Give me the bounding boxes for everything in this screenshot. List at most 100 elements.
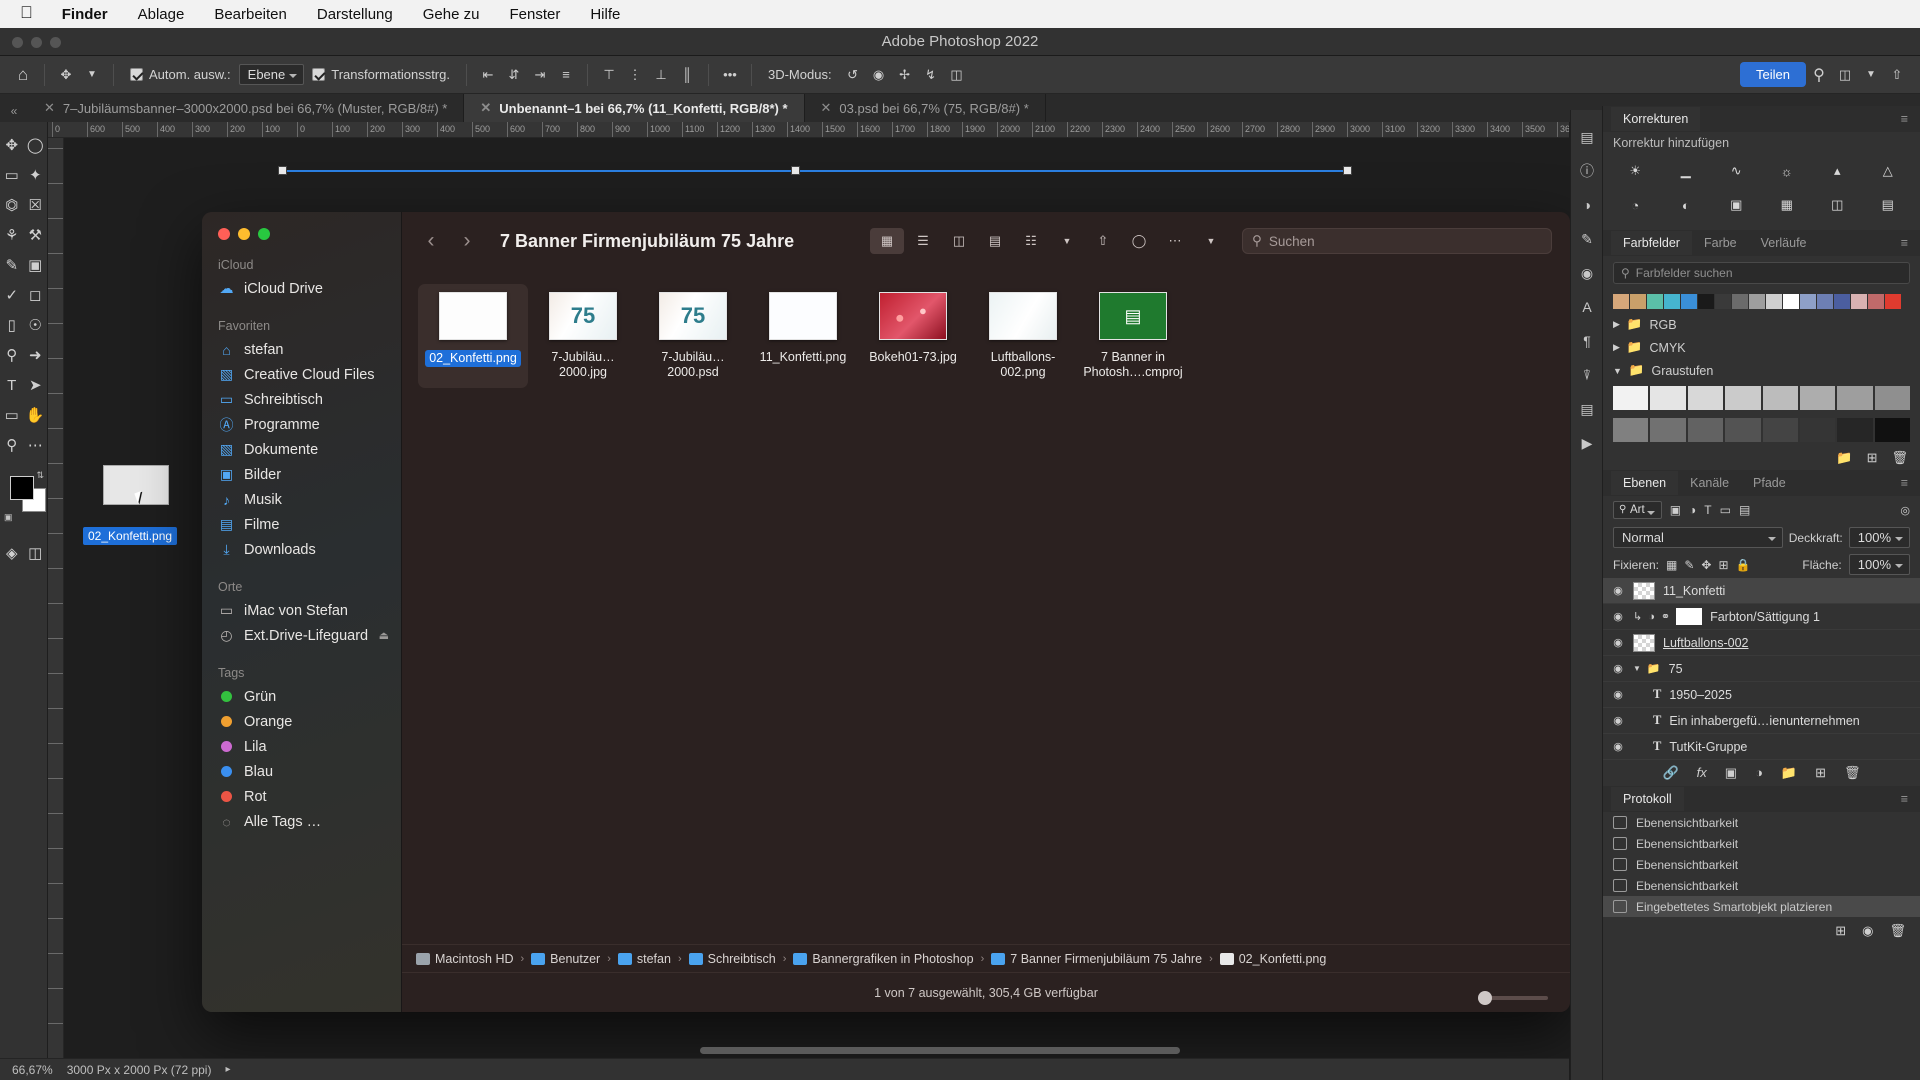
new-group-icon[interactable]: 📁 (1781, 765, 1797, 781)
breadcrumb-item[interactable]: stefan (617, 952, 671, 966)
icon-view-icon[interactable]: ▦ (870, 228, 904, 254)
color-swatch[interactable] (1834, 294, 1850, 309)
breadcrumb-item[interactable]: Bannergrafiken in Photoshop (793, 952, 974, 966)
align-right-icon[interactable]: ⇥ (527, 62, 553, 88)
transform-controls-checkbox[interactable] (312, 68, 326, 81)
layer-visibility-icon[interactable]: ◉ (1611, 740, 1625, 753)
color-swatch[interactable] (1613, 294, 1629, 309)
layer-row[interactable]: ◉ T TutKit-Gruppe (1603, 734, 1920, 760)
document-tab-0[interactable]: ✕ 7–Jubiläumsbanner–3000x2000.psd bei 66… (28, 94, 465, 122)
lock-nesting-icon[interactable]: ⊞ (1718, 558, 1728, 572)
panel-menu-icon[interactable]: ≡ (1889, 471, 1920, 495)
panel-menu-icon[interactable]: ≡ (1889, 107, 1920, 131)
adjustments-icon[interactable]: ◑ (1571, 188, 1603, 222)
swap-colors-icon[interactable]: ⇅ (36, 470, 44, 481)
swatch-group-cmyk[interactable]: ▶ 📁 CMYK (1603, 336, 1920, 359)
share-button[interactable]: Teilen (1740, 62, 1806, 87)
color-swatch[interactable] (1783, 294, 1799, 309)
historybrush-tool-icon[interactable]: ✓ (0, 280, 24, 310)
new-adjustment-icon[interactable]: ◑ (1755, 765, 1763, 781)
grayscale-swatch[interactable] (1762, 418, 1798, 442)
pathselection-tool-icon[interactable]: ➤ (24, 370, 48, 400)
timeline-icon[interactable]: ▶ (1571, 426, 1603, 460)
color-swatch[interactable] (1766, 294, 1782, 309)
history-row[interactable]: Ebenensichtbarkeit (1603, 854, 1920, 875)
close-icon[interactable]: ✕ (821, 100, 832, 116)
layer-row[interactable]: ◉ ▼ 📁 75 (1603, 656, 1920, 682)
workspace-icon[interactable]: ◫ (1832, 62, 1858, 88)
search-field[interactable]: ⚲ Suchen (1242, 228, 1552, 254)
menu-item-bearbeiten[interactable]: Bearbeiten (199, 6, 302, 23)
chevron-down-icon[interactable]: ▼ (1050, 228, 1084, 254)
sidebar-item-dokumente[interactable]: ▧ Dokumente (202, 437, 401, 462)
lock-image-icon[interactable]: ✎ (1684, 558, 1694, 572)
move-tool-icon[interactable]: ✥ (53, 62, 79, 88)
panel-menu-icon[interactable]: ≡ (1889, 231, 1920, 255)
levels-icon[interactable]: ▁ (1664, 160, 1709, 182)
screenmode-tool-icon[interactable]: ◫ (24, 538, 48, 568)
swatch-group-rgb[interactable]: ▶ 📁 RGB (1603, 313, 1920, 336)
tab-kanaele[interactable]: Kanäle (1678, 471, 1741, 495)
tab-korrekturen[interactable]: Korrekturen (1611, 107, 1701, 131)
search-icon[interactable]: ⚲ (1806, 62, 1832, 88)
lock-position-icon[interactable]: ✥ (1701, 558, 1711, 572)
3d-slide-icon[interactable]: ↯ (918, 62, 944, 88)
grayscale-swatch[interactable] (1687, 418, 1724, 442)
file-item[interactable]: Bokeh01-73.jpg (858, 284, 968, 388)
grayscale-swatch[interactable] (1799, 418, 1836, 442)
layer-visibility-icon[interactable]: ◉ (1611, 714, 1625, 727)
layer-visibility-icon[interactable]: ◉ (1611, 610, 1625, 623)
delete-state-icon[interactable]: 🗑 (1889, 923, 1906, 939)
document-tab-2[interactable]: ✕ 03.psd bei 66,7% (75, RGB/8#) * (804, 94, 1046, 122)
list-view-icon[interactable]: ☰ (906, 228, 940, 254)
menu-item-darstellung[interactable]: Darstellung (302, 6, 408, 23)
tab-farbe[interactable]: Farbe (1692, 231, 1749, 255)
clonestamp-tool-icon[interactable]: ▣ (24, 250, 48, 280)
hue-saturation-icon[interactable]: △ (1866, 160, 1911, 182)
document-tab-1[interactable]: ✕ Unbenannt–1 bei 66,7% (11_Konfetti, RG… (464, 94, 805, 122)
libraries-icon[interactable]: ▤ (1571, 120, 1603, 154)
sidebar-item-icloud-drive[interactable]: ☁ iCloud Drive (202, 276, 401, 301)
eraser-tool-icon[interactable]: ◻ (24, 280, 48, 310)
tab-farbfelder[interactable]: Farbfelder (1611, 231, 1692, 255)
selection-handle-right[interactable] (1343, 166, 1352, 175)
more-options-icon[interactable]: ••• (717, 62, 743, 88)
sidebar-item-downloads[interactable]: ⤓ Downloads (202, 537, 401, 562)
color-swatch[interactable] (1817, 294, 1833, 309)
info-icon[interactable]: ⓘ (1571, 154, 1603, 188)
auto-select-option[interactable]: Autom. ausw.: (122, 67, 239, 82)
3d-scale-icon[interactable]: ◫ (944, 62, 970, 88)
color-swatch[interactable] (1732, 294, 1748, 309)
3d-orbit-icon[interactable]: ↺ (840, 62, 866, 88)
tab-verlaeufe[interactable]: Verläufe (1749, 231, 1819, 255)
new-snapshot-icon[interactable]: ◉ (1862, 923, 1873, 939)
align-left-icon[interactable]: ⇤ (475, 62, 501, 88)
chevron-down-icon[interactable]: ▼ (1194, 228, 1228, 254)
swatches-search-input[interactable]: ⚲ Farbfelder suchen (1613, 262, 1910, 284)
transform-controls-option[interactable]: Transformationsstrg. (304, 67, 458, 82)
new-swatch-icon[interactable]: ⊞ (1867, 450, 1878, 466)
canvas-horizontal-scrollbar[interactable] (700, 1047, 1180, 1054)
breadcrumb-item[interactable]: 02_Konfetti.png (1219, 952, 1326, 966)
blend-mode-dropdown[interactable]: Normal (1613, 527, 1783, 548)
history-row[interactable]: Ebenensichtbarkeit (1603, 875, 1920, 896)
color-swatch[interactable] (1715, 294, 1731, 309)
export-icon[interactable]: ⇧ (1884, 62, 1910, 88)
chevron-down-icon[interactable]: ▼ (1858, 62, 1884, 88)
grayscale-swatch[interactable] (1799, 386, 1836, 410)
delete-layer-icon[interactable]: 🗑 (1844, 765, 1861, 781)
color-swatch[interactable] (1647, 294, 1663, 309)
auto-select-dropdown[interactable]: Ebene (238, 64, 305, 85)
chevron-down-icon[interactable]: ▼ (1633, 664, 1641, 673)
grayscale-swatch[interactable] (1874, 386, 1910, 410)
breadcrumb-item[interactable]: Schreibtisch (688, 952, 776, 966)
layer-visibility-icon[interactable]: ◉ (1611, 688, 1625, 701)
color-swatch[interactable] (1664, 294, 1680, 309)
layer-row[interactable]: ◉ ↳ ◑ ⚭ Farbton/Sättigung 1 (1603, 604, 1920, 630)
sidebar-item-musik[interactable]: ♪ Musik (202, 487, 401, 512)
maximize-icon[interactable] (50, 37, 61, 48)
vibrance-icon[interactable]: ▴ (1815, 160, 1860, 182)
color-swatches[interactable]: ⇅ ▣ (0, 470, 48, 526)
more-tools-icon[interactable]: ⋯ (24, 430, 48, 460)
layer-row[interactable]: ◉ Luftballons-002 (1603, 630, 1920, 656)
